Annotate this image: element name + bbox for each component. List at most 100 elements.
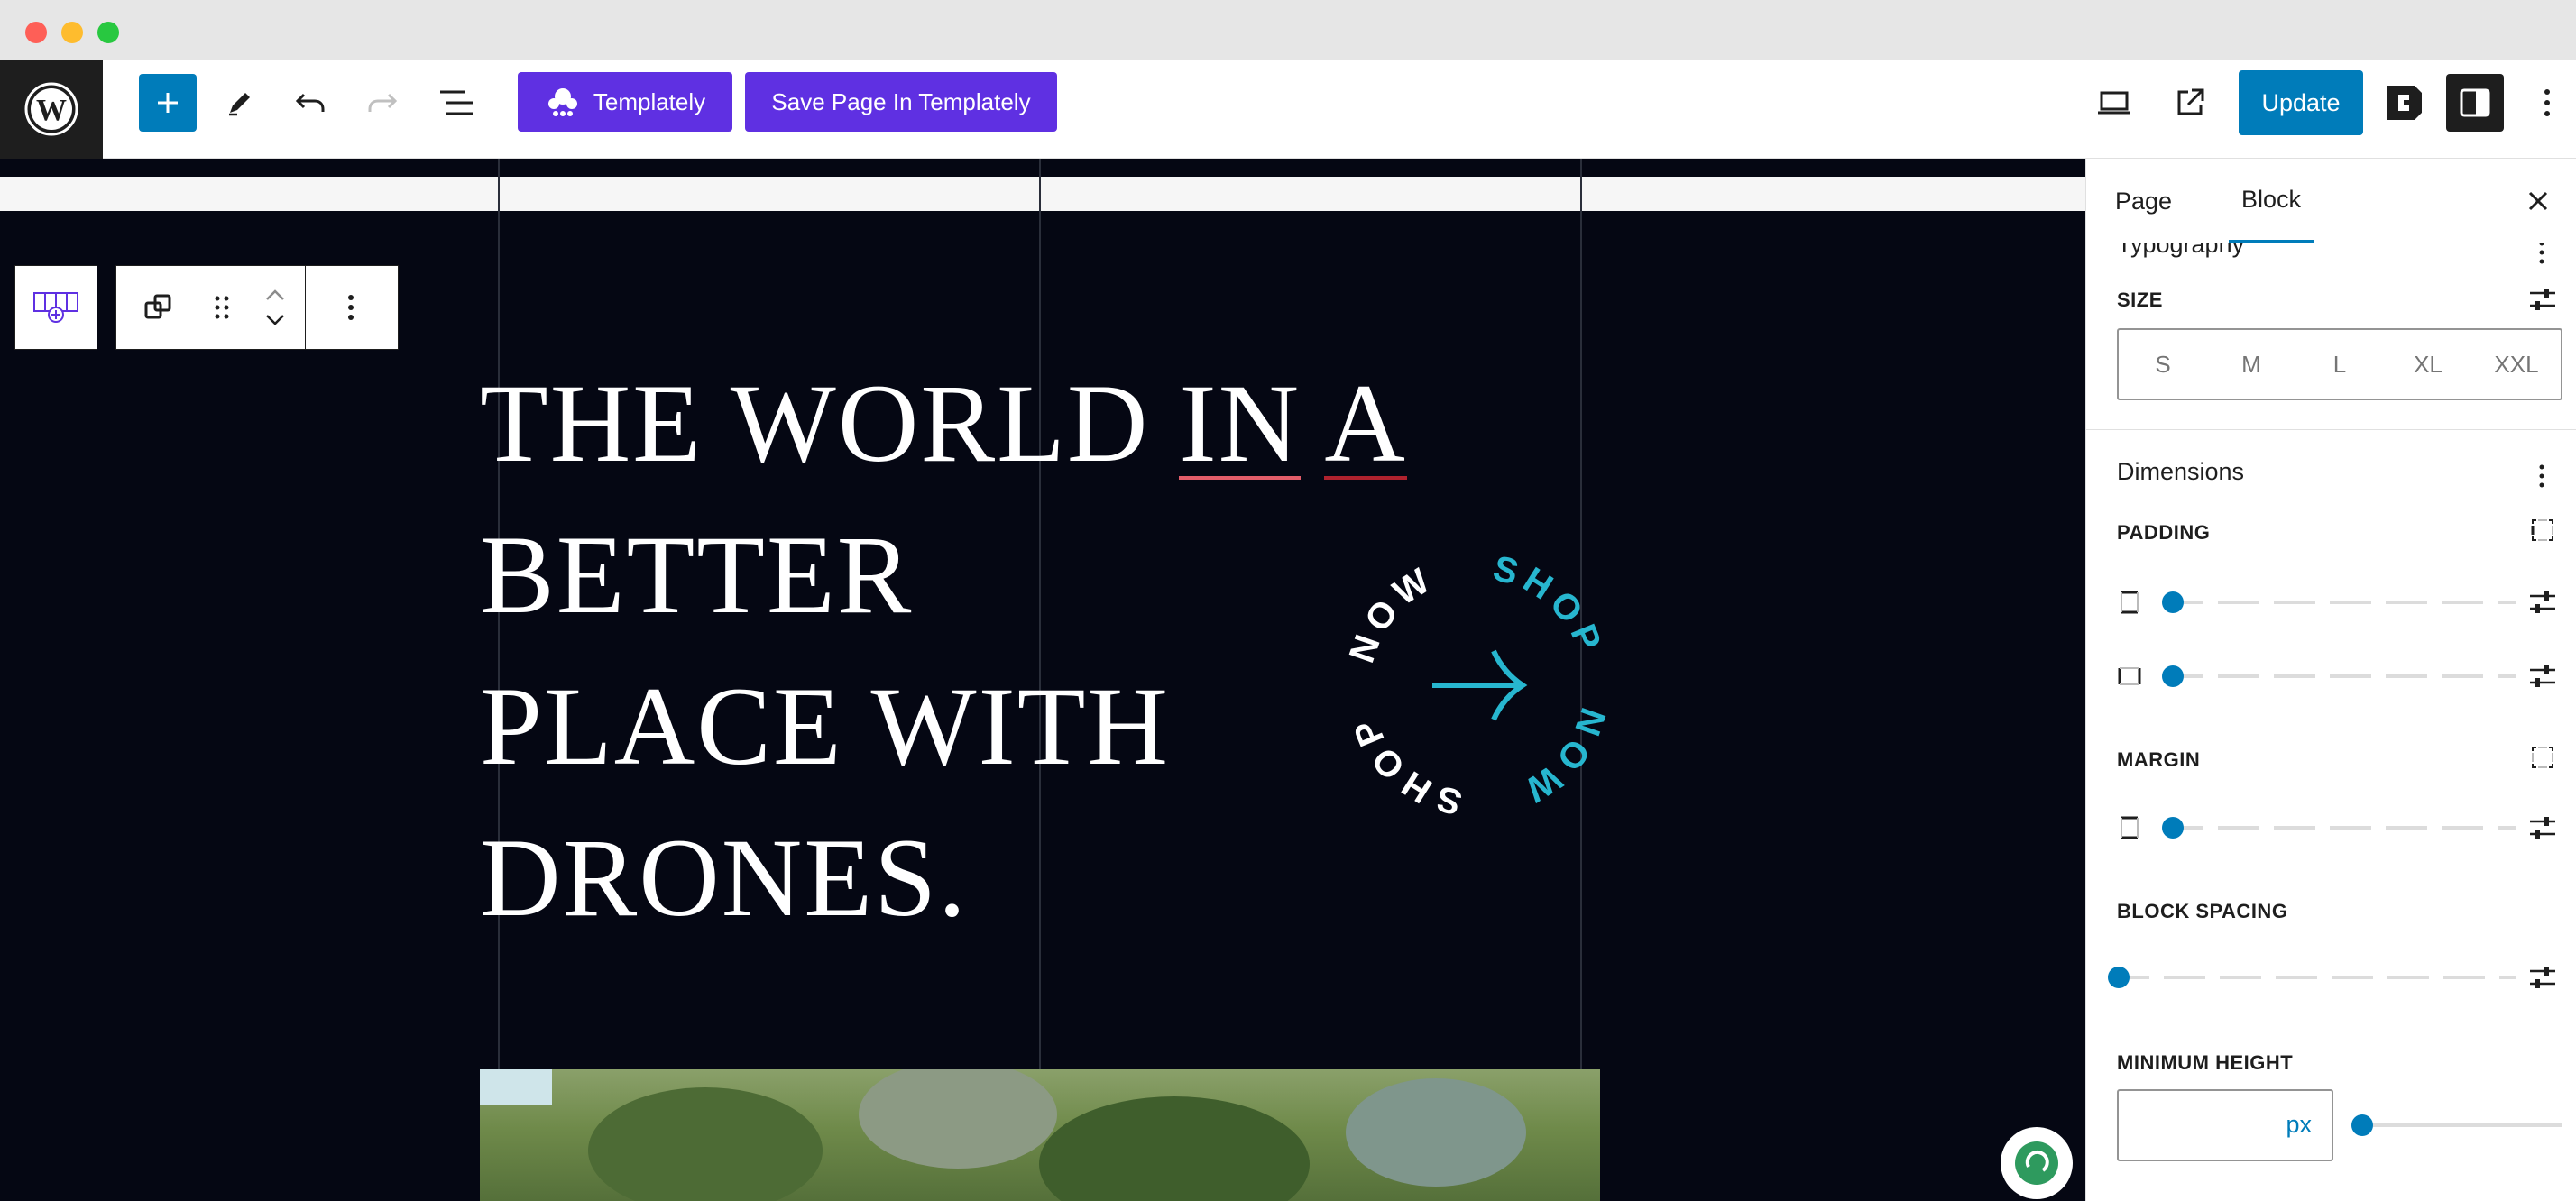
block-options-button[interactable]: [306, 266, 396, 349]
padding-vertical-slider[interactable]: [2162, 591, 2516, 614]
badge-ring-text: SHOP: [1344, 709, 1466, 821]
sliders-icon: [2530, 967, 2555, 988]
slider-thumb[interactable]: [2351, 1114, 2373, 1136]
vertical-ellipsis-icon: [348, 295, 354, 320]
minimum-height-slider[interactable]: [2351, 1114, 2562, 1137]
block-spacing-custom-toggle[interactable]: [2525, 959, 2561, 995]
tab-page[interactable]: Page: [2115, 159, 2172, 243]
badge-ring-text: NOW: [1342, 558, 1442, 668]
external-link-icon: [2177, 88, 2204, 115]
heading-underlined-word: A: [1324, 362, 1407, 485]
badge-text-right: NOW: [1513, 702, 1606, 812]
move-up-icon[interactable]: [264, 289, 286, 301]
close-sidebar-button[interactable]: [2519, 182, 2557, 220]
hero-image[interactable]: [480, 1069, 1600, 1201]
slider-thumb[interactable]: [2108, 967, 2130, 988]
canvas-light-band: [0, 177, 2085, 211]
margin-vertical-slider[interactable]: [2162, 816, 2516, 839]
select-parent-block-button[interactable]: [14, 265, 97, 350]
close-window-button[interactable]: [25, 22, 47, 43]
settings-sidebar-toggle[interactable]: [2446, 74, 2504, 132]
preview-button[interactable]: [2085, 74, 2143, 132]
sidebar-icon: [2460, 88, 2490, 117]
tab-block[interactable]: Block: [2229, 159, 2314, 243]
save-page-in-templately-button[interactable]: Save Page In Templately: [745, 72, 1057, 132]
slider-thumb[interactable]: [2162, 817, 2184, 839]
slider-thumb[interactable]: [2162, 665, 2184, 687]
badge-text-bottom: SHOP: [1344, 709, 1459, 821]
minimum-height-unit-select[interactable]: px: [2286, 1111, 2312, 1139]
sliders-icon: [2530, 289, 2555, 310]
shop-now-badge[interactable]: NOW SHOP NOW SHOP: [1342, 550, 1613, 821]
block-spacing-caption: BLOCK SPACING: [2117, 900, 2288, 922]
image-sky: [480, 1069, 552, 1105]
margin-unlink-button[interactable]: [2526, 741, 2559, 774]
drag-handle[interactable]: [199, 266, 244, 349]
image-rock: [859, 1069, 1057, 1169]
font-size-option[interactable]: S: [2119, 330, 2207, 399]
font-size-option[interactable]: L: [2295, 330, 2384, 399]
font-size-option[interactable]: XL: [2384, 330, 2472, 399]
assistant-floating-button[interactable]: [2001, 1127, 2073, 1199]
size-caption: SIZE: [2117, 289, 2163, 311]
block-type-button[interactable]: [116, 266, 199, 349]
padding-horizontal-icon: [2113, 660, 2146, 692]
margin-caption: MARGIN: [2117, 748, 2201, 771]
sliders-icon: [2530, 817, 2555, 839]
dimensions-options-button[interactable]: [2528, 460, 2555, 492]
block-spacing-slider[interactable]: [2108, 966, 2516, 989]
sliders-icon: [2530, 591, 2555, 613]
heading-line-3: PLACE WITH: [480, 665, 1171, 788]
group-block-icon: [144, 294, 171, 319]
wordpress-icon: W: [24, 82, 78, 136]
badge-ring-text: SHOP: [1489, 550, 1611, 662]
padding-horizontal-custom-toggle[interactable]: [2525, 658, 2561, 694]
hero-heading[interactable]: THE WORLD IN A BETTER PLACE WITH DRONES.: [480, 348, 1472, 954]
redo-icon: [368, 93, 398, 112]
badge-ring-text: NOW: [1513, 702, 1613, 812]
box-sides-icon: [2531, 519, 2553, 541]
maximize-window-button[interactable]: [97, 22, 119, 43]
margin-custom-toggle[interactable]: [2525, 810, 2561, 846]
options-menu-button[interactable]: [2522, 74, 2572, 132]
add-block-button[interactable]: [139, 74, 197, 132]
move-down-icon[interactable]: [264, 314, 286, 326]
minimum-height-input[interactable]: px: [2117, 1089, 2333, 1161]
tools-button[interactable]: [211, 74, 269, 132]
undo-icon: [295, 93, 325, 112]
heading-line-4: DRONES.: [480, 816, 969, 940]
document-overview-button[interactable]: [428, 74, 485, 132]
slider-thumb[interactable]: [2162, 591, 2184, 613]
update-button[interactable]: Update: [2239, 70, 2363, 135]
columns-block-icon: [33, 292, 78, 323]
templately-button[interactable]: Templately: [518, 72, 732, 132]
templately-logo-icon: [547, 88, 577, 116]
drag-handle-icon: [215, 296, 229, 319]
heading-line-2: BETTER: [480, 513, 914, 637]
settings-sidebar: Page Block Typography SIZE S M L XL XXL …: [2085, 159, 2576, 1201]
slider-track: [2351, 1123, 2562, 1127]
laptop-icon: [2098, 91, 2130, 115]
editor-canvas[interactable]: THE WORLD IN A BETTER PLACE WITH DRONES.…: [0, 159, 2085, 1201]
block-plugin-button[interactable]: [2376, 74, 2433, 132]
view-post-button[interactable]: [2161, 74, 2219, 132]
padding-horizontal-slider[interactable]: [2162, 665, 2516, 688]
padding-unlink-button[interactable]: [2526, 514, 2559, 546]
vertical-ellipsis-icon: [2544, 89, 2550, 116]
font-size-option[interactable]: XXL: [2472, 330, 2561, 399]
slider-track: [2162, 826, 2516, 830]
slider-track: [2162, 674, 2516, 678]
padding-caption: PADDING: [2117, 521, 2211, 544]
wordpress-logo-button[interactable]: W: [0, 60, 103, 159]
font-size-option[interactable]: M: [2207, 330, 2295, 399]
font-size-picker: S M L XL XXL: [2117, 328, 2562, 400]
minimize-window-button[interactable]: [61, 22, 83, 43]
move-buttons: [244, 266, 306, 349]
vertical-ellipsis-icon: [2539, 464, 2544, 488]
minimum-height-caption: MINIMUM HEIGHT: [2117, 1051, 2294, 1074]
custom-size-toggle[interactable]: [2525, 281, 2561, 317]
redo-button[interactable]: [354, 74, 411, 132]
undo-button[interactable]: [281, 74, 339, 132]
image-foliage: [1039, 1096, 1310, 1201]
padding-vertical-custom-toggle[interactable]: [2525, 584, 2561, 620]
